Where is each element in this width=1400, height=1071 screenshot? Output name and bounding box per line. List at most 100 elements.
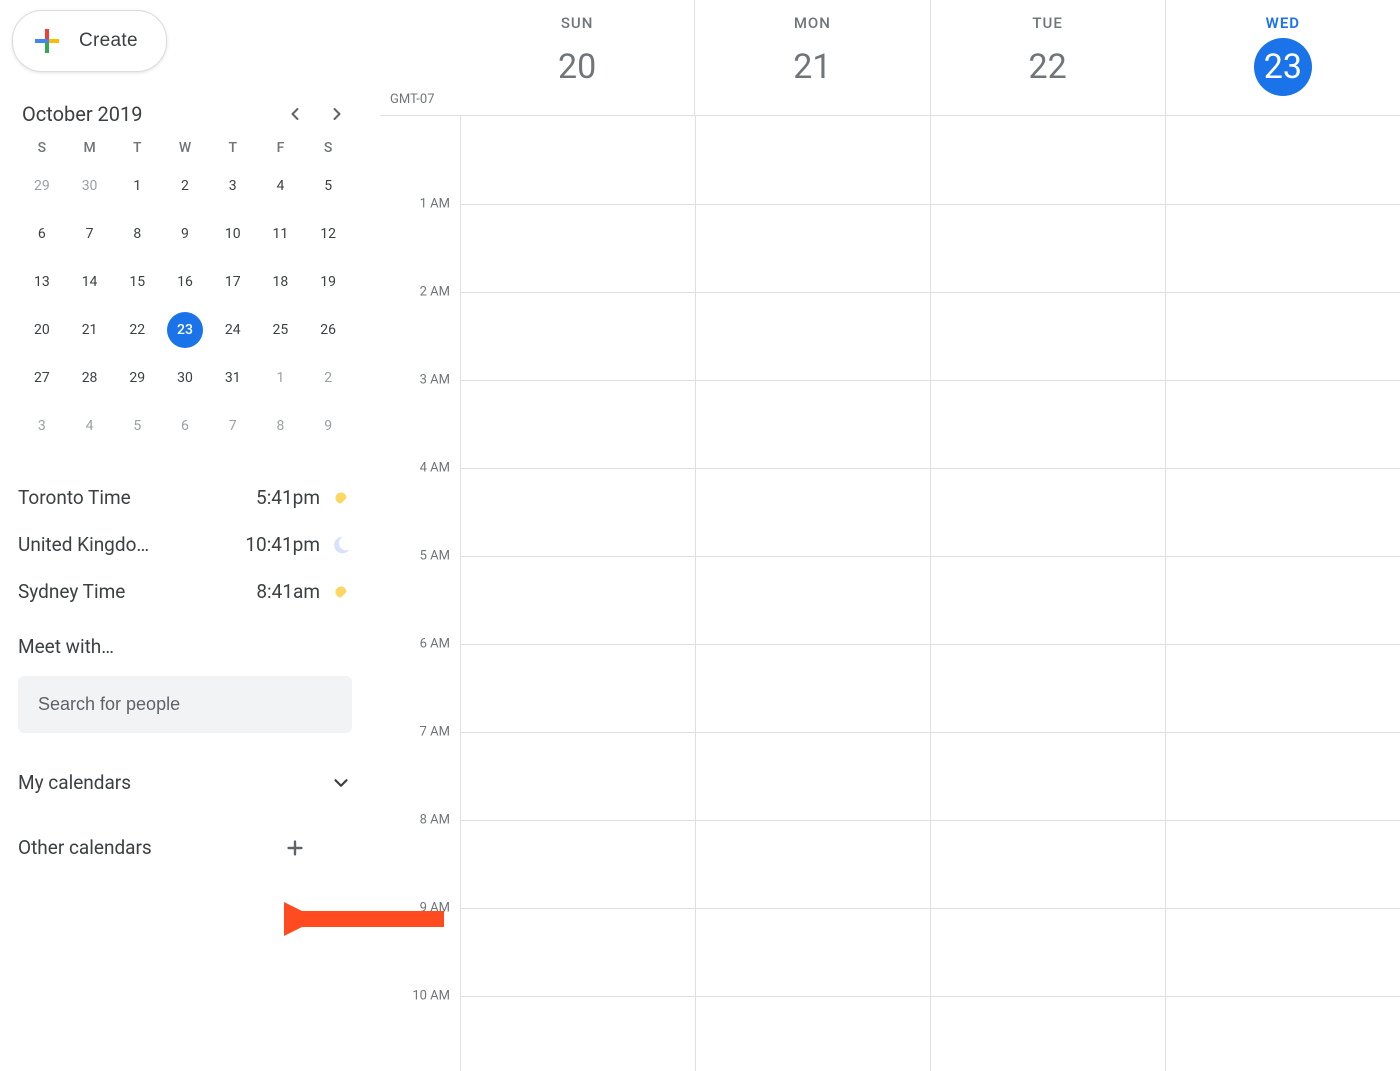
day-of-week: MON: [695, 14, 929, 32]
time-label: 5 AM: [420, 549, 450, 564]
plus-icon: [284, 837, 306, 859]
mini-day[interactable]: 2: [310, 360, 346, 396]
mini-day[interactable]: 7: [215, 408, 251, 444]
mini-day[interactable]: 5: [310, 168, 346, 204]
mini-day[interactable]: 21: [72, 312, 108, 348]
create-button[interactable]: Create: [12, 10, 167, 72]
mini-day[interactable]: 25: [262, 312, 298, 348]
time-label: 6 AM: [420, 637, 450, 652]
next-month-button[interactable]: [326, 103, 348, 125]
chevron-down-icon: [330, 772, 352, 794]
day-number: 23: [1254, 38, 1312, 96]
chevron-left-icon: [285, 104, 305, 124]
mini-day[interactable]: 15: [119, 264, 155, 300]
mini-day[interactable]: 16: [167, 264, 203, 300]
day-column[interactable]: [695, 116, 930, 1071]
time-label: 1 AM: [420, 197, 450, 212]
my-calendars-label: My calendars: [18, 771, 131, 794]
mini-dow: M: [66, 140, 114, 156]
days-columns: [460, 116, 1400, 1071]
other-calendars-label: Other calendars: [18, 836, 152, 859]
time-label: 3 AM: [420, 373, 450, 388]
mini-dow: W: [161, 140, 209, 156]
mini-day[interactable]: 6: [167, 408, 203, 444]
mini-day[interactable]: 18: [262, 264, 298, 300]
mini-day[interactable]: 24: [215, 312, 251, 348]
mini-day[interactable]: 22: [119, 312, 155, 348]
mini-day[interactable]: 3: [24, 408, 60, 444]
time-grid[interactable]: 1 AM2 AM3 AM4 AM5 AM6 AM7 AM8 AM9 AM10 A…: [380, 115, 1400, 1071]
mini-day[interactable]: 20: [24, 312, 60, 348]
world-clocks: Toronto Time5:41pmUnited Kingdo…10:41pmS…: [10, 474, 360, 615]
mini-day[interactable]: 6: [24, 216, 60, 252]
day-number: 21: [783, 38, 841, 96]
mini-day[interactable]: 9: [310, 408, 346, 444]
mini-day[interactable]: 3: [215, 168, 251, 204]
mini-dow: T: [113, 140, 161, 156]
mini-day[interactable]: 14: [72, 264, 108, 300]
time-label: 8 AM: [420, 813, 450, 828]
time-label: 4 AM: [420, 461, 450, 476]
mini-day[interactable]: 31: [215, 360, 251, 396]
moon-icon: [330, 534, 352, 556]
day-of-week: SUN: [460, 14, 694, 32]
other-calendars-section[interactable]: Other calendars: [10, 836, 360, 859]
mini-day[interactable]: 8: [262, 408, 298, 444]
mini-day[interactable]: 29: [24, 168, 60, 204]
mini-day[interactable]: 4: [262, 168, 298, 204]
day-headers: SUN 20 MON 21 TUE 22 WED 23: [380, 0, 1400, 115]
time-label: 7 AM: [420, 725, 450, 740]
day-of-week: TUE: [931, 14, 1165, 32]
mini-day[interactable]: 12: [310, 216, 346, 252]
day-header[interactable]: SUN 20: [460, 0, 694, 115]
mini-day[interactable]: 1: [119, 168, 155, 204]
mini-day[interactable]: 2: [167, 168, 203, 204]
time-column: 1 AM2 AM3 AM4 AM5 AM6 AM7 AM8 AM9 AM10 A…: [380, 116, 460, 1071]
day-column[interactable]: [1165, 116, 1400, 1071]
mini-day[interactable]: 8: [119, 216, 155, 252]
week-view: GMT-07 SUN20MON21TUE22WED23 1 AM2 AM3 AM…: [380, 0, 1400, 1071]
meet-with-section: Meet with…: [10, 635, 360, 733]
world-clock-row: Toronto Time5:41pm: [18, 474, 352, 521]
mini-day[interactable]: 27: [24, 360, 60, 396]
sun-icon: [330, 581, 352, 603]
add-other-calendar-button[interactable]: [284, 837, 306, 859]
mini-day[interactable]: 26: [310, 312, 346, 348]
day-header[interactable]: WED 23: [1165, 0, 1400, 115]
mini-day[interactable]: 28: [72, 360, 108, 396]
day-column[interactable]: [460, 116, 695, 1071]
mini-day[interactable]: 30: [167, 360, 203, 396]
mini-day[interactable]: 10: [215, 216, 251, 252]
mini-day[interactable]: 4: [72, 408, 108, 444]
mini-dow: F: [257, 140, 305, 156]
prev-month-button[interactable]: [284, 103, 306, 125]
google-plus-icon: [29, 23, 65, 59]
mini-dow: S: [304, 140, 352, 156]
day-number: 20: [548, 38, 606, 96]
world-clock-time: 10:41pm: [245, 533, 320, 556]
day-of-week: WED: [1166, 14, 1400, 32]
day-header[interactable]: TUE 22: [930, 0, 1165, 115]
mini-day[interactable]: 11: [262, 216, 298, 252]
mini-day[interactable]: 9: [167, 216, 203, 252]
world-clock-time: 5:41pm: [256, 486, 320, 509]
mini-day[interactable]: 30: [72, 168, 108, 204]
mini-day[interactable]: 13: [24, 264, 60, 300]
world-clock-time: 8:41am: [256, 580, 320, 603]
mini-day[interactable]: 1: [262, 360, 298, 396]
mini-day[interactable]: 7: [72, 216, 108, 252]
mini-day[interactable]: 29: [119, 360, 155, 396]
mini-day[interactable]: 23: [167, 312, 203, 348]
time-label: 9 AM: [420, 901, 450, 916]
world-clock-label: Toronto Time: [18, 486, 256, 509]
day-header[interactable]: MON 21: [694, 0, 929, 115]
world-clock-label: Sydney Time: [18, 580, 256, 603]
mini-day[interactable]: 17: [215, 264, 251, 300]
mini-day[interactable]: 5: [119, 408, 155, 444]
mini-day[interactable]: 19: [310, 264, 346, 300]
my-calendars-section[interactable]: My calendars: [10, 771, 360, 794]
search-people-input[interactable]: [18, 676, 352, 733]
day-number: 22: [1019, 38, 1077, 96]
mini-dow: S: [18, 140, 66, 156]
day-column[interactable]: [930, 116, 1165, 1071]
